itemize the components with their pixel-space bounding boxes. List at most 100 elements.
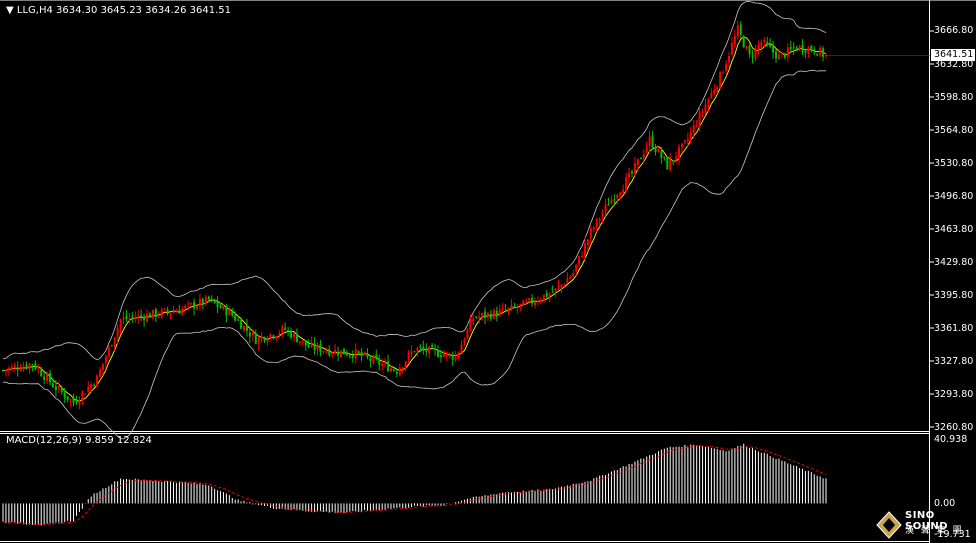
- candle-body: [72, 397, 75, 403]
- candle-body: [10, 366, 13, 370]
- candle-body: [307, 344, 310, 348]
- candle-body: [598, 219, 601, 221]
- candle-body: [716, 86, 719, 91]
- candle-body: [316, 344, 319, 351]
- candle-body: [672, 160, 675, 162]
- candle-body: [792, 47, 795, 49]
- candle-body: [780, 52, 783, 54]
- candle-body: [475, 316, 478, 318]
- candle-body: [822, 48, 825, 57]
- candle-body: [263, 337, 266, 341]
- symbol-label: LLG,H4: [16, 5, 53, 16]
- candle-body: [254, 333, 257, 344]
- candle-body: [760, 42, 763, 47]
- candle-body: [43, 376, 46, 381]
- candle-body: [813, 49, 816, 53]
- candle-body: [657, 149, 660, 152]
- candle-body: [572, 273, 575, 277]
- candle-body: [125, 315, 128, 320]
- candle-body: [237, 319, 240, 321]
- candle-body: [472, 318, 475, 322]
- candle-body: [575, 264, 578, 272]
- candle-body: [654, 147, 657, 152]
- candle-body: [648, 136, 651, 146]
- candle-body: [34, 363, 37, 370]
- candle-body: [287, 330, 290, 332]
- bollinger-lower-line: [2, 69, 826, 440]
- candle-body: [284, 327, 287, 330]
- candle-body: [701, 111, 704, 113]
- candle-body: [207, 296, 210, 300]
- candle-body: [143, 316, 146, 321]
- price-tick: 3496.80: [934, 191, 974, 202]
- candle-body: [804, 50, 807, 53]
- candle-body: [425, 348, 428, 352]
- candle-body: [363, 352, 366, 355]
- candle-body: [789, 47, 792, 49]
- candle-body: [334, 349, 337, 354]
- chart-window[interactable]: ▼ LLG,H4 3634.30 3645.23 3634.26 3641.51…: [0, 0, 976, 543]
- candle-body: [601, 212, 604, 218]
- candle-body: [19, 369, 22, 371]
- candle-body: [304, 340, 307, 346]
- candle-body: [669, 159, 672, 171]
- chart-canvas[interactable]: [0, 0, 976, 543]
- candle-body: [401, 367, 404, 370]
- candle-body: [610, 199, 613, 204]
- candle-body: [40, 369, 43, 377]
- candle-body: [354, 349, 357, 359]
- candle-body: [748, 45, 751, 55]
- candle-body: [4, 370, 7, 372]
- candle-body: [93, 384, 96, 386]
- candle-body: [325, 351, 328, 353]
- logo-subtext: 漢 聲 集 團: [905, 526, 964, 536]
- candle-body: [51, 383, 54, 388]
- candle-body: [566, 278, 569, 283]
- candle-body: [775, 51, 778, 59]
- candle-body: [219, 305, 222, 309]
- candle-body: [619, 192, 622, 197]
- candle-body: [798, 45, 801, 49]
- candle-body: [431, 344, 434, 348]
- candle-body: [581, 256, 584, 258]
- candle-body: [322, 350, 325, 352]
- candle-body: [680, 143, 683, 148]
- candle-body: [504, 309, 507, 311]
- candle-body: [154, 309, 157, 317]
- candle-body: [766, 42, 769, 45]
- candle-body: [122, 317, 125, 320]
- candle-body: [193, 302, 196, 309]
- candle-body: [107, 346, 110, 357]
- candle-body: [742, 36, 745, 48]
- candle-body: [222, 305, 225, 309]
- candle-body: [622, 189, 625, 194]
- dropdown-arrow-icon[interactable]: ▼: [6, 5, 14, 16]
- candle-body: [157, 315, 160, 317]
- candle-body: [295, 333, 298, 343]
- candle-body: [801, 45, 804, 53]
- moving-average-line: [2, 36, 827, 402]
- candle-body: [678, 147, 681, 159]
- candle-body: [454, 356, 457, 360]
- candle-body: [739, 24, 742, 35]
- candle-body: [631, 171, 634, 174]
- candle-body: [554, 288, 557, 292]
- candle-body: [404, 361, 407, 368]
- candle-body: [331, 353, 334, 355]
- candle-body: [2, 370, 4, 372]
- candle-body: [25, 364, 28, 369]
- candle-body: [75, 401, 78, 404]
- candle-body: [266, 339, 269, 342]
- candle-body: [795, 47, 798, 51]
- candle-body: [595, 218, 598, 228]
- candle-body: [319, 343, 322, 353]
- candle-body: [557, 285, 560, 288]
- candle-body: [84, 393, 87, 395]
- candle-body: [169, 313, 172, 315]
- candle-body: [510, 304, 513, 309]
- candle-body: [730, 43, 733, 55]
- candle-body: [166, 309, 169, 313]
- candle-body: [663, 156, 666, 158]
- candle-body: [290, 330, 293, 338]
- candle-body: [101, 363, 104, 370]
